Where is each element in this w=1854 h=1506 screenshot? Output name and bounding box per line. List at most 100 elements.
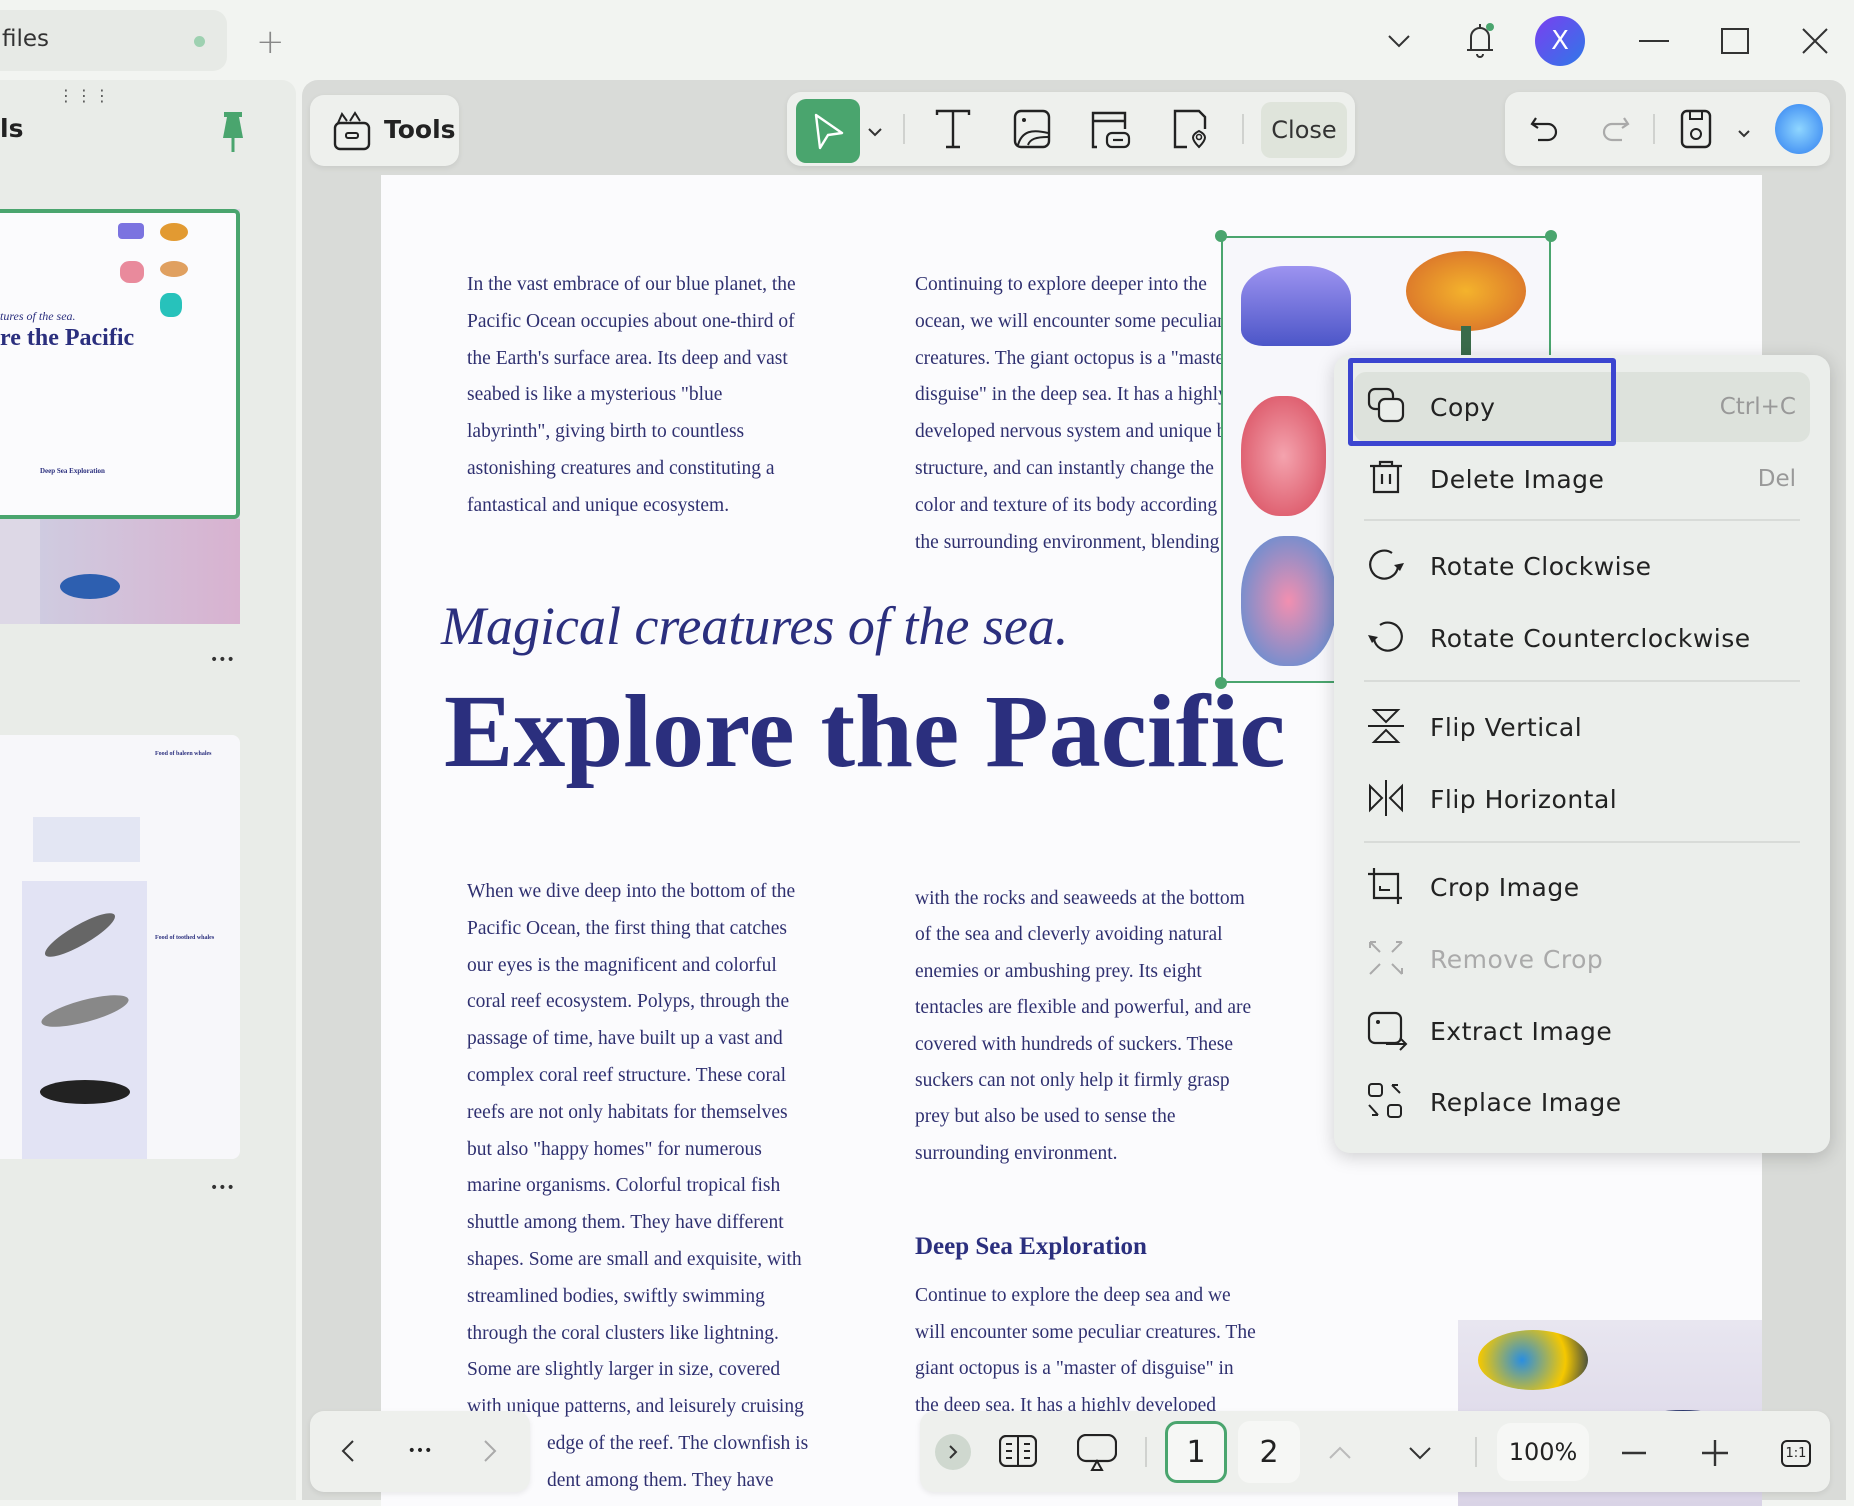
unsaved-dot [194, 36, 205, 47]
menu-item-extract-image[interactable]: Extract Image [1354, 996, 1810, 1066]
thumb-2-more-button[interactable]: ••• [210, 1180, 235, 1196]
text-line: edge of the reef. The clownfish is [547, 1433, 809, 1454]
text-line: shapes. Some are small and exquisite, wi… [467, 1249, 802, 1270]
crop-icon [1364, 864, 1410, 910]
undo-icon[interactable] [1519, 103, 1571, 155]
resize-handle[interactable] [1215, 230, 1227, 242]
shortcut-label: Ctrl+C [1719, 394, 1796, 420]
text-line: Pacific Ocean occupies about one-third o… [467, 310, 795, 332]
page-thumbnail-2[interactable]: Food of baleen whales Food of toothed wh… [0, 735, 240, 1159]
resize-handle[interactable] [1545, 230, 1557, 242]
trash-icon [1364, 456, 1410, 502]
menu-item-label: Remove Crop [1430, 944, 1604, 974]
menu-item-label: Delete Image [1430, 464, 1605, 494]
text-line: disguise" in the deep sea. It has a high… [915, 384, 1228, 406]
page-nav-bar: ••• [310, 1411, 530, 1492]
text-line: structure, and can instantly change the [915, 458, 1214, 479]
text-line: suckers can not only help it firmly gras… [915, 1070, 1230, 1091]
save-icon[interactable] [1670, 103, 1722, 155]
right-toolbar [1505, 92, 1830, 166]
menu-item-label: Replace Image [1430, 1087, 1622, 1117]
page-thumbnail-1[interactable]: tures of the sea. re the Pacific Deep Se… [0, 209, 240, 624]
menu-item-rotate-clockwise[interactable]: Rotate Clockwise [1354, 531, 1810, 601]
maximize-icon[interactable] [1710, 16, 1760, 66]
copy-highlight-box [1348, 358, 1616, 446]
text-line: of the sea and cleverly avoiding natural [915, 924, 1223, 946]
prev-icon[interactable] [328, 1431, 368, 1471]
menu-item-flip-vertical[interactable]: Flip Vertical [1354, 692, 1810, 762]
page-1-button[interactable]: 1 [1165, 1421, 1227, 1483]
menu-item-replace-image[interactable]: Replace Image [1354, 1067, 1810, 1137]
flip-horizontal-icon [1364, 776, 1410, 822]
zoom-in-icon[interactable] [1695, 1433, 1735, 1473]
zoom-out-icon[interactable] [1614, 1433, 1654, 1473]
select-tool-dropdown-icon[interactable] [867, 122, 883, 141]
ai-assistant-icon[interactable] [1775, 104, 1823, 154]
zoom-level[interactable]: 100% [1497, 1423, 1589, 1481]
text-line: shuttle among them. They have different [467, 1212, 784, 1234]
actual-size-button[interactable]: 1:1 [1776, 1433, 1816, 1473]
menu-item-label: Flip Horizontal [1430, 784, 1618, 814]
text-line: marine organisms. Colorful tropical fish [467, 1175, 781, 1197]
document-title: Explore the Pacific [444, 674, 1286, 789]
page-2-button[interactable]: 2 [1238, 1421, 1300, 1483]
text-line: developed nervous system and unique body [915, 421, 1256, 443]
menu-item-rotate-counterclockwise[interactable]: Rotate Counterclockwise [1354, 603, 1810, 673]
text-line: but also "happy homes" for numerous [467, 1138, 762, 1160]
new-tab-button[interactable]: + [256, 22, 285, 62]
text-line: fantastical and unique ecosystem. [467, 494, 730, 516]
thumb-heading: Deep Sea Exploration [40, 467, 105, 475]
text-line: dent among them. They have [547, 1469, 774, 1491]
presentation-icon[interactable] [1075, 1431, 1119, 1475]
text-line: complex coral reef structure. These cora… [467, 1065, 787, 1086]
text-line: Continuing to explore deeper into the [915, 274, 1207, 295]
text-line: the surrounding environment, blending in [915, 531, 1240, 553]
avatar[interactable]: X [1535, 16, 1585, 66]
replace-image-icon [1364, 1079, 1410, 1125]
tools-icon [333, 111, 371, 151]
save-dropdown-icon[interactable] [1737, 124, 1751, 143]
menu-item-delete-image[interactable]: Delete Image Del [1354, 444, 1810, 514]
document-tab[interactable]: files [0, 10, 227, 71]
panel-drag-handle[interactable]: ⋮⋮⋮ [58, 86, 112, 105]
text-line: will encounter some peculiar creatures. … [915, 1321, 1256, 1343]
select-tool-button[interactable] [796, 99, 860, 163]
page-layout-icon[interactable] [996, 1431, 1040, 1471]
pin-icon[interactable] [218, 110, 248, 156]
close-edit-button[interactable]: Close [1261, 102, 1347, 158]
extract-image-icon [1364, 1008, 1410, 1054]
page-up-icon[interactable] [1320, 1433, 1360, 1473]
add-link-icon[interactable] [1085, 103, 1137, 155]
menu-item-crop-image[interactable]: Crop Image [1354, 852, 1810, 922]
thumb-subtitle: tures of the sea. [0, 309, 76, 323]
thumb-title: re the Pacific [0, 325, 135, 351]
text-line: Continue to explore the deep sea and we [915, 1285, 1231, 1306]
text-line: the Earth's surface area. Its deep and v… [467, 347, 788, 369]
page-down-icon[interactable] [1400, 1433, 1440, 1473]
text-line: Pacific Ocean, the first thing that catc… [467, 917, 787, 939]
text-line: Some are slightly larger in size, covere… [467, 1359, 781, 1381]
bell-icon[interactable] [1455, 16, 1505, 66]
add-image-icon[interactable] [1006, 103, 1058, 155]
next-icon[interactable] [470, 1431, 510, 1471]
expand-icon[interactable] [935, 1434, 971, 1470]
thumb-1-more-button[interactable]: ••• [210, 652, 235, 668]
menu-item-flip-horizontal[interactable]: Flip Horizontal [1354, 764, 1810, 834]
redo-icon[interactable] [1589, 103, 1641, 155]
close-window-icon[interactable] [1790, 16, 1840, 66]
section-heading: Deep Sea Exploration [915, 1233, 1147, 1260]
thumb-heading: Food of toothed whales [155, 935, 215, 941]
text-line: covered with hundreds of suckers. These [915, 1033, 1234, 1055]
more-button[interactable]: ••• [400, 1431, 440, 1471]
watermark-location-icon[interactable] [1165, 103, 1217, 155]
menu-item-label: Rotate Counterclockwise [1430, 623, 1751, 653]
text-line: In the vast embrace of our blue planet, … [467, 274, 796, 295]
tools-label: Tools [384, 115, 456, 144]
tabs-dropdown-icon[interactable] [1374, 16, 1424, 66]
add-text-icon[interactable] [927, 103, 979, 155]
text-line: streamlined bodies, swiftly swimming [467, 1285, 765, 1307]
resize-handle[interactable] [1215, 677, 1227, 689]
minimize-icon[interactable] [1629, 16, 1679, 66]
tools-button[interactable]: Tools [310, 95, 459, 166]
image-context-menu: Copy Ctrl+C Delete Image Del Rotate Clockwis… [1334, 355, 1830, 1153]
